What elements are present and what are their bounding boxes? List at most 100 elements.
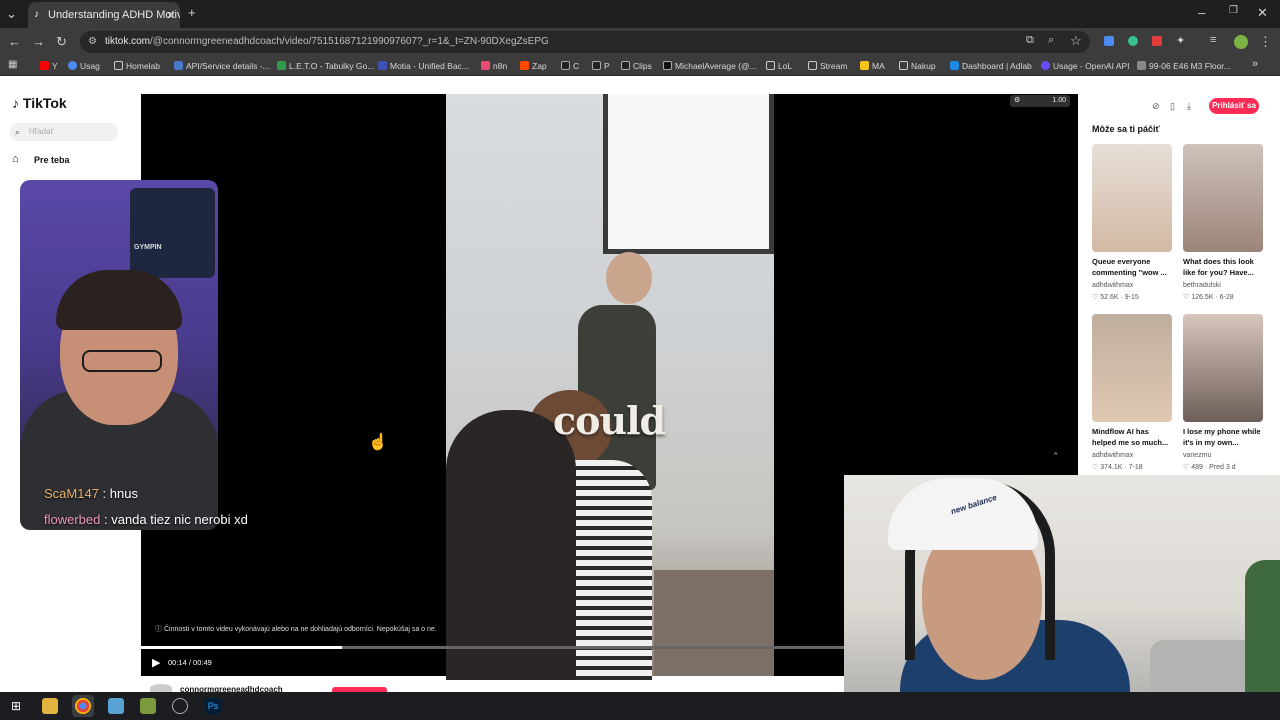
bookmark-item[interactable]: Usag (68, 58, 100, 74)
notepad-icon[interactable] (108, 698, 124, 714)
safety-disclaimer: ⓘ Činnosti v tomto videu vykonávajú aleb… (155, 626, 437, 633)
recommended-title-text[interactable]: Queue everyone commenting "wow ... (1092, 256, 1174, 278)
chat-text: hnus (109, 486, 138, 501)
bookmark-item[interactable]: 99-06 E46 M3 Floor... (1137, 58, 1231, 74)
recommended-thumbnail[interactable] (1183, 314, 1263, 422)
recommended-user[interactable]: adhdwithmax (1092, 282, 1133, 289)
close-tab-icon[interactable]: × (167, 2, 174, 28)
chat-username: flowerbed (44, 512, 101, 527)
recommended-stats: ♡ 52.6K · 9-15 (1092, 294, 1139, 301)
app-icon[interactable] (140, 698, 156, 714)
bookmark-item[interactable]: L.E.T.O - Tabulky Go... (277, 58, 374, 74)
recommended-title-text[interactable]: Mindflow AI has helped me so much... (1092, 426, 1174, 448)
close-window-icon[interactable]: ✕ (1257, 5, 1268, 21)
recommended-user[interactable]: vanezmu (1183, 452, 1211, 459)
play-icon[interactable]: ▶ (152, 656, 160, 669)
nav-for-you[interactable]: Pre teba (34, 155, 70, 165)
tab-search-icon[interactable]: ⌄ (6, 6, 17, 22)
bookmark-item[interactable]: MichaelAverage (@... (663, 58, 757, 74)
plant (1245, 560, 1280, 700)
bookmark-item[interactable]: C (561, 58, 579, 74)
address-bar[interactable]: ⚙ tiktok.com/@connormgreeneadhdcoach/vid… (80, 31, 1090, 53)
recommended-title-text[interactable]: I lose my phone while it's in my own... (1183, 426, 1265, 448)
shelf (130, 188, 215, 278)
zoom-icon[interactable]: ⌕ (1048, 34, 1054, 47)
glasses (82, 350, 162, 372)
bookmark-item[interactable]: Motia - Unified Bac... (378, 58, 469, 74)
author-avatar[interactable] (150, 684, 172, 692)
chevron-up-icon[interactable]: ⌃ (1052, 451, 1060, 462)
taskbar (0, 692, 1280, 720)
sidebar-icon[interactable]: ≡ (1210, 34, 1216, 46)
bookmark-folder[interactable]: LoL (766, 58, 792, 74)
search-icon: ⌕ (15, 127, 21, 137)
reload-icon[interactable]: ↻ (56, 34, 67, 50)
bookmark-folder[interactable]: Homelab (114, 58, 160, 74)
more-bookmarks-icon[interactable]: » (1252, 58, 1258, 70)
site-info-icon[interactable]: ⚙ (88, 31, 97, 53)
menu-icon[interactable]: ⋮ (1259, 34, 1272, 50)
chrome-icon[interactable] (75, 698, 91, 714)
photoshop-icon[interactable]: Ps (205, 698, 221, 714)
extension-green-icon[interactable] (1128, 36, 1138, 46)
recommended-stats: ♡ 374.1K · 7-18 (1092, 464, 1143, 471)
download-icon[interactable]: ⤓ (1187, 101, 1191, 112)
search-input[interactable]: ⌕ Hľadať (10, 123, 118, 141)
bookmark-star-icon[interactable]: ☆ (1070, 33, 1082, 49)
chat-message: flowerbed : vanda tiez nic nerobi xd (44, 512, 248, 527)
heart-icon: ♡ (1092, 294, 1099, 301)
recommended-thumbnail[interactable] (1183, 144, 1263, 252)
bookmark-item[interactable]: Clips (621, 58, 652, 74)
bookmark-item[interactable]: MA (860, 58, 885, 74)
bookmark-item[interactable]: Dashboard | Adlab (950, 58, 1032, 74)
bookmark-folder[interactable]: Nakup (899, 58, 936, 74)
extension-icon[interactable] (1104, 36, 1114, 46)
phone-icon[interactable]: ▯ (1170, 101, 1175, 112)
bookmark-item[interactable]: Zap (520, 58, 547, 74)
bookmark-item[interactable]: API/Service details -... (174, 58, 270, 74)
playback-speed[interactable]: ⚙ 1.00 (1010, 95, 1070, 107)
chat-text: vanda tiez nic nerobi xd (111, 512, 248, 527)
video-time: 00:14 / 00:49 (168, 658, 212, 667)
cast-icon[interactable]: ⧉ (1026, 34, 1034, 47)
file-explorer-icon[interactable] (42, 698, 58, 714)
recommended-thumbnail[interactable] (1092, 144, 1172, 252)
apps-grid-icon[interactable]: ▦ (8, 59, 17, 70)
bookmark-folder[interactable]: Stream (808, 58, 847, 74)
profile-avatar[interactable] (1234, 35, 1248, 49)
projector-screen (603, 94, 774, 254)
tab-title: Understanding ADHD Motivati (48, 9, 180, 21)
shelf-label: GYMPIN (134, 244, 162, 251)
windows-start-icon[interactable]: ⊞ (8, 698, 24, 714)
extensions-puzzle-icon[interactable]: ✦ (1176, 34, 1185, 47)
bookmark-item[interactable]: Y (40, 58, 58, 74)
presenter-head (606, 252, 652, 304)
bookmark-item[interactable]: P (592, 58, 610, 74)
bookmark-item[interactable]: Usage - OpenAI API (1041, 58, 1130, 74)
maximize-icon[interactable]: ❐ (1229, 5, 1238, 16)
extension-red-icon[interactable] (1152, 36, 1162, 46)
heart-icon: ♡ (1092, 464, 1099, 471)
obs-icon[interactable] (172, 698, 188, 714)
recommended-user[interactable]: bethradulski (1183, 282, 1221, 289)
forward-icon[interactable]: → (32, 34, 45, 49)
back-icon[interactable]: ← (8, 34, 21, 49)
tiktok-favicon-icon: ♪ (34, 9, 39, 20)
recommended-title-text[interactable]: What does this look like for you? Have..… (1183, 256, 1265, 278)
info-icon: ⓘ (155, 626, 162, 633)
progress-fill (141, 646, 342, 649)
home-icon: ⌂ (12, 153, 19, 165)
no-entry-icon[interactable]: ⊘ (1152, 101, 1160, 112)
recommended-user[interactable]: adhdwithmax (1092, 452, 1133, 459)
tiktok-logo[interactable]: ♪ TikTok (12, 95, 67, 111)
video-caption: could (553, 398, 666, 443)
browser-tab[interactable]: ♪ Understanding ADHD Motivati × (28, 2, 180, 28)
recommended-title: Môže sa ti páčiť (1092, 124, 1160, 134)
login-button[interactable]: Prihlásiť sa (1209, 98, 1259, 114)
settings-icon[interactable]: ⚙ (1014, 95, 1020, 107)
recommended-thumbnail[interactable] (1092, 314, 1172, 422)
minimize-icon[interactable]: – (1198, 5, 1205, 20)
bookmark-item[interactable]: n8n (481, 58, 507, 74)
floor (654, 570, 774, 676)
new-tab-icon[interactable]: + (188, 5, 196, 20)
